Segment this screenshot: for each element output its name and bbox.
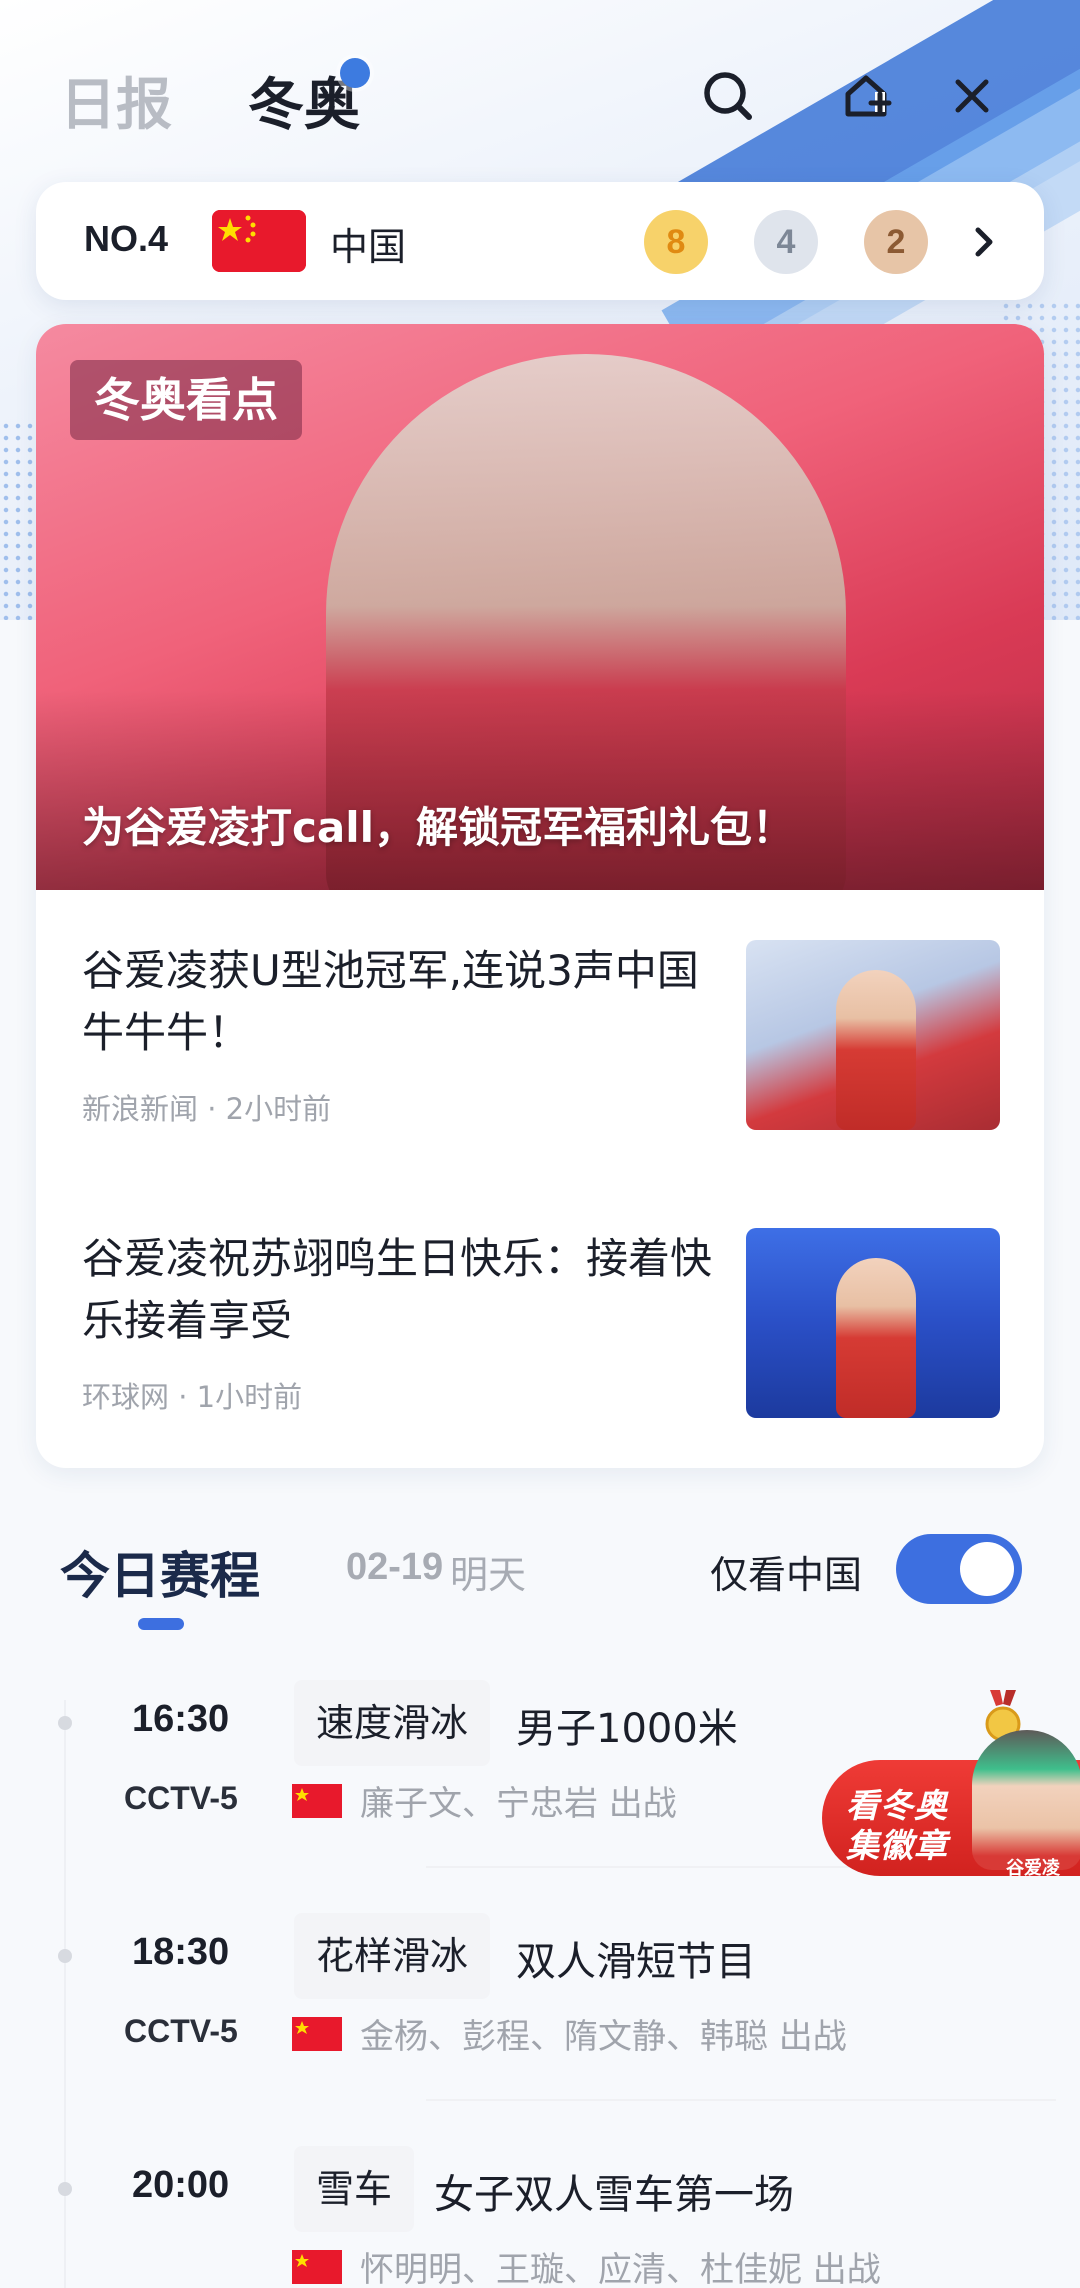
event-sport: 花样滑冰 — [294, 1913, 491, 1999]
chevron-right-icon[interactable] — [964, 218, 1004, 266]
add-to-home-icon[interactable] — [838, 66, 898, 126]
article-item[interactable]: 谷爱凌获U型池冠军,连说3声中国牛牛牛！ 新浪新闻 · 2小时前 — [36, 890, 1044, 1178]
badge-line1: 看冬奥 — [846, 1786, 948, 1825]
schedule-event[interactable]: 20:00 雪车 女子双人雪车第一场 怀明明、王璇、应清、杜佳妮 出战 — [0, 2132, 1080, 2288]
china-flag-icon — [292, 1784, 342, 1818]
event-time: 16:30 — [132, 1698, 230, 1740]
news-card: 冬奥看点 为谷爱凌打call，解锁冠军福利礼包！ 谷爱凌获U型池冠军,连说3声中… — [36, 324, 1044, 1468]
badge-text: 看冬奥 集徽章 — [846, 1786, 948, 1866]
schedule-event[interactable]: 18:30 花样滑冰 双人滑短节目 CCTV-5 金杨、彭程、隋文静、韩聪 出战 — [0, 1899, 1080, 2132]
event-name: 双人滑短节目 — [516, 1939, 756, 1985]
article-meta: 环球网 · 1小时前 — [82, 1380, 303, 1414]
tab-daily[interactable]: 日报 — [60, 60, 172, 141]
event-sport: 速度滑冰 — [294, 1680, 491, 1766]
timeline-dot — [58, 1716, 72, 1730]
event-channel: CCTV-5 — [124, 2013, 238, 2049]
event-channel: CCTV-5 — [124, 1780, 238, 1816]
hero-caption: 为谷爱凌打call，解锁冠军福利礼包！ — [82, 803, 795, 852]
article-title: 谷爱凌祝苏翊鸣生日快乐：接着快乐接着享受 — [82, 1234, 713, 1345]
divider — [426, 2099, 1056, 2101]
event-athletes: 怀明明、王璇、应清、杜佳妮 出战 — [360, 2250, 881, 2288]
bronze-medal-count: 2 — [864, 210, 928, 274]
tab-today-schedule[interactable]: 今日赛程 — [60, 1536, 260, 1608]
active-tab-indicator — [138, 1618, 184, 1630]
china-only-label: 仅看中国 — [710, 1553, 863, 1597]
china-flag-icon — [212, 210, 306, 272]
china-flag-icon — [292, 2250, 342, 2284]
article-thumbnail — [746, 940, 1000, 1130]
thumbnail-figure — [836, 970, 916, 1130]
country-name: 中国 — [330, 225, 407, 269]
hero-banner[interactable]: 冬奥看点 为谷爱凌打call，解锁冠军福利礼包！ — [36, 324, 1044, 890]
china-flag-icon — [292, 2017, 342, 2051]
collect-badge-button[interactable]: 看冬奥 集徽章 谷爱凌 — [822, 1690, 1080, 1880]
event-name: 女子双人雪车第一场 — [434, 2172, 794, 2218]
close-icon[interactable] — [942, 66, 1002, 126]
medal-rank: NO.4 — [84, 218, 169, 259]
event-athletes: 廉子文、宁忠岩 出战 — [360, 1784, 677, 1824]
event-sport: 雪车 — [294, 2146, 415, 2232]
article-meta: 新浪新闻 · 2小时前 — [82, 1092, 332, 1126]
gold-medal-count: 8 — [644, 210, 708, 274]
tab-date-label[interactable]: 明天 — [450, 1544, 526, 1599]
schedule-header: 今日赛程 02-19 明天 仅看中国 — [0, 1500, 1080, 1640]
timeline-dot — [58, 1949, 72, 1963]
timeline-dot — [58, 2182, 72, 2196]
event-name: 男子1000米 — [516, 1706, 738, 1752]
thumbnail-figure — [836, 1258, 916, 1418]
article-thumbnail — [746, 1228, 1000, 1418]
event-athletes: 金杨、彭程、隋文静、韩聪 出战 — [360, 2017, 847, 2057]
hero-shade — [36, 690, 1044, 890]
hero-tag: 冬奥看点 — [70, 360, 302, 440]
top-bar: 日报 冬奥 — [0, 0, 1080, 180]
event-time: 18:30 — [132, 1931, 230, 1973]
badge-line2: 集徽章 — [846, 1826, 948, 1865]
tab-date[interactable]: 02-19 — [346, 1546, 443, 1589]
china-only-toggle[interactable] — [896, 1534, 1022, 1604]
notification-dot — [340, 58, 370, 88]
toggle-knob — [960, 1542, 1014, 1596]
article-item[interactable]: 谷爱凌祝苏翊鸣生日快乐：接着快乐接着享受 环球网 · 1小时前 — [36, 1178, 1044, 1466]
silver-medal-count: 4 — [754, 210, 818, 274]
mascot-image — [972, 1730, 1080, 1870]
badge-athlete-name: 谷爱凌 — [1006, 1858, 1060, 1879]
search-icon[interactable] — [698, 66, 758, 126]
event-time: 20:00 — [132, 2164, 230, 2206]
article-title: 谷爱凌获U型池冠军,连说3声中国牛牛牛！ — [82, 946, 699, 1057]
medal-tally-bar[interactable]: NO.4 中国 8 4 2 — [36, 182, 1044, 300]
